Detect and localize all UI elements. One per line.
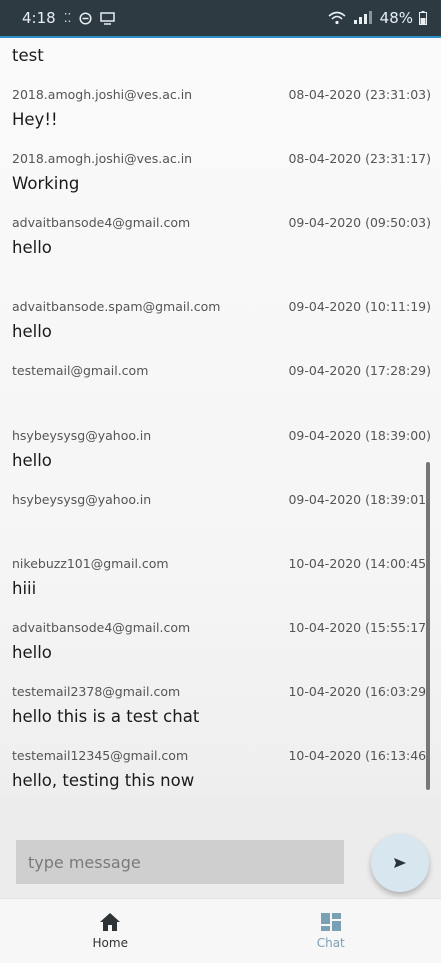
- nav-chat[interactable]: Chat: [221, 899, 441, 963]
- wifi-icon: [328, 11, 346, 25]
- scrollbar-thumb[interactable]: [426, 462, 430, 790]
- message-text: hello: [12, 238, 52, 257]
- message-timestamp: 09-04-2020 (18:39:00): [288, 427, 431, 443]
- signal-icon: [353, 11, 372, 24]
- do-not-disturb-icon: [79, 11, 92, 25]
- message-text: hello: [12, 643, 52, 662]
- nav-home[interactable]: Home: [0, 899, 221, 963]
- status-bar: 4:18 ⁚⁚ 48%: [0, 0, 441, 36]
- message-text: Working: [12, 174, 80, 193]
- message-text: Hey!!: [12, 110, 58, 129]
- message-sender: testemail2378@gmail.com: [12, 683, 181, 699]
- message-composer: [0, 798, 441, 898]
- message-sender: testemail@gmail.com: [12, 362, 149, 378]
- battery-percent: 48%: [379, 9, 413, 27]
- message-timestamp: 10-04-2020 (16:13:46): [288, 747, 431, 763]
- nav-chat-label: Chat: [316, 936, 345, 950]
- status-bar-left: 4:18 ⁚⁚: [22, 9, 116, 27]
- message-timestamp: 09-04-2020 (18:39:01): [288, 491, 431, 507]
- message-sender: nikebuzz101@gmail.com: [12, 555, 169, 571]
- message-sender: 2018.amogh.joshi@ves.ac.in: [12, 86, 193, 102]
- bottom-navigation: Home Chat: [0, 898, 441, 963]
- screen-cast-icon: [100, 11, 116, 25]
- message-sender: hsybeysysg@yahoo.in: [12, 427, 152, 443]
- nav-home-label: Home: [92, 936, 128, 950]
- chat-message-list[interactable]: test 2018.amogh.joshi@ves.ac.in 08-04-20…: [0, 38, 441, 798]
- message-sender: advaitbansode4@gmail.com: [12, 214, 191, 230]
- message-timestamp: 08-04-2020 (23:31:03): [288, 86, 431, 102]
- home-icon: [100, 913, 121, 931]
- message-timestamp: 08-04-2020 (23:31:17): [288, 150, 431, 166]
- notification-dots-icon: ⁚⁚: [63, 11, 72, 25]
- message-text: hello: [12, 451, 52, 470]
- message-sender: hsybeysysg@yahoo.in: [12, 491, 152, 507]
- message-timestamp: 10-04-2020 (16:03:29): [288, 683, 431, 699]
- message-text: hello, testing this now: [12, 771, 195, 790]
- message-timestamp: 09-04-2020 (10:11:19): [288, 298, 431, 314]
- message-sender: advaitbansode.spam@gmail.com: [12, 298, 221, 314]
- send-button[interactable]: [371, 834, 429, 892]
- message-text: hello: [12, 322, 52, 341]
- message-timestamp: 09-04-2020 (09:50:03): [288, 214, 431, 230]
- battery-icon: [419, 11, 427, 25]
- message-sender: 2018.amogh.joshi@ves.ac.in: [12, 150, 193, 166]
- message-text: hello this is a test chat: [12, 707, 200, 726]
- dashboard-icon: [320, 913, 341, 931]
- send-arrow-icon: [394, 858, 406, 868]
- message-input[interactable]: [16, 840, 344, 884]
- message-timestamp: 10-04-2020 (14:00:45): [288, 555, 431, 571]
- message-timestamp: 10-04-2020 (15:55:17): [288, 619, 431, 635]
- message-text: hiii: [12, 579, 37, 598]
- message-timestamp: 09-04-2020 (17:28:29): [288, 362, 431, 378]
- message-sender: advaitbansode4@gmail.com: [12, 619, 191, 635]
- status-bar-right: 48%: [328, 9, 427, 27]
- message-text: test: [12, 46, 44, 65]
- clock: 4:18: [22, 9, 56, 27]
- message-sender: testemail12345@gmail.com: [12, 747, 189, 763]
